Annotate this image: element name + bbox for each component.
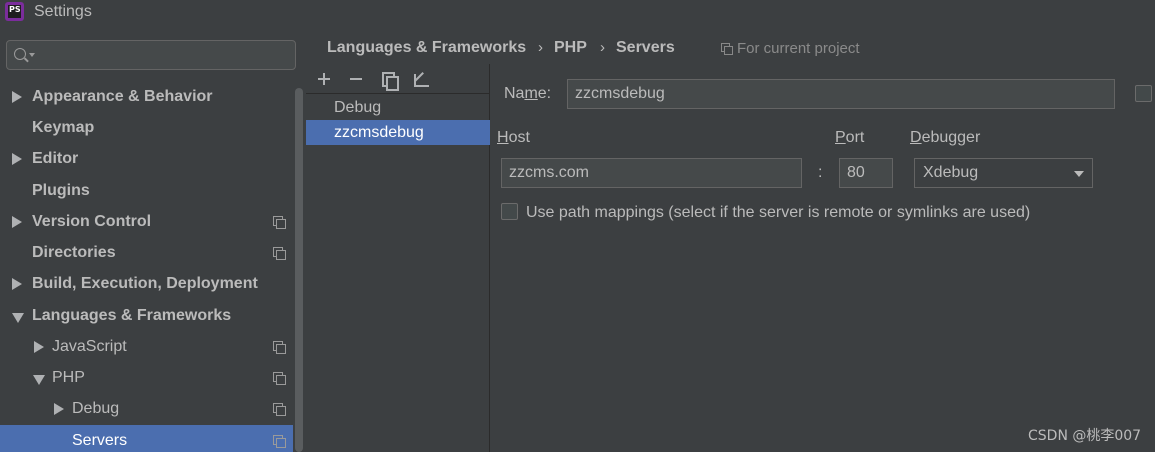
breadcrumb-item-php: PHP [554,39,587,56]
sidebar-item-php[interactable]: PHP [0,362,293,393]
collapse-arrow-icon[interactable] [12,313,24,323]
host-label: Host [497,129,530,146]
sidebar-item-languages-frameworks[interactable]: Languages & Frameworks [0,300,293,331]
window-title: Settings [34,3,92,20]
sidebar-scroll-thumb[interactable] [295,88,303,452]
project-scope-icon [273,435,286,448]
path-mappings-label[interactable]: Use path mappings (select if the server … [526,204,1030,222]
project-scope-icon [273,247,286,260]
server-list-item-zzcmsdebug[interactable]: zzcmsdebug [306,120,490,145]
remove-icon[interactable] [346,69,366,89]
name-input[interactable]: zzcmsdebug [567,79,1115,109]
search-icon[interactable] [14,48,26,60]
breadcrumb-separator: › [538,39,543,56]
path-mappings-checkbox[interactable] [501,203,518,220]
sidebar-item-plugins[interactable]: Plugins [0,175,293,206]
expand-arrow-icon[interactable] [34,341,44,353]
collapse-arrow-icon[interactable] [33,375,45,385]
project-scope-icon [721,43,733,55]
server-list-toolbar [306,64,490,94]
search-input[interactable] [6,40,296,70]
scope-label: For current project [737,40,860,57]
breadcrumb-separator: › [600,39,605,56]
port-label: Port [835,129,865,146]
title-bar: PS Settings [0,0,1155,26]
import-icon[interactable] [411,69,431,89]
debugger-selected-value: Xdebug [923,164,979,181]
sidebar-item-debug[interactable]: Debug [0,393,293,424]
expand-arrow-icon[interactable] [12,153,22,165]
watermark: CSDN @桃李007 [1028,428,1142,444]
server-config-form: Name: zzcmsdebug Host Port Debugger zzcm… [491,64,1155,452]
sidebar-item-editor[interactable]: Editor [0,143,293,174]
server-list-item-debug[interactable]: Debug [306,95,490,120]
sidebar-item-version-control[interactable]: Version Control [0,206,293,237]
search-history-dropdown-icon[interactable] [29,53,35,57]
server-list-panel: Debug zzcmsdebug [306,64,490,452]
breadcrumb: Languages & Frameworks › PHP › Servers F… [305,26,1155,64]
shared-checkbox[interactable] [1135,85,1152,102]
host-port-separator: : [818,164,823,181]
sidebar-item-appearance-behavior[interactable]: Appearance & Behavior [0,81,293,112]
project-scope-icon [273,341,286,354]
sidebar-scrollbar[interactable] [293,80,305,452]
project-scope-icon [273,372,286,385]
expand-arrow-icon[interactable] [12,91,22,103]
phpstorm-logo-icon: PS [5,2,24,21]
sidebar-item-build-execution-deployment[interactable]: Build, Execution, Deployment [0,268,293,299]
settings-sidebar: Appearance & Behavior Keymap Editor Plug… [0,26,305,452]
add-icon[interactable] [314,69,334,89]
sidebar-item-javascript[interactable]: JavaScript [0,331,293,362]
breadcrumb-item-languages-frameworks: Languages & Frameworks [327,39,527,56]
host-input[interactable]: zzcms.com [501,158,802,188]
copy-icon[interactable] [379,69,399,91]
sidebar-item-servers[interactable]: Servers [0,425,305,452]
project-scope-icon [273,216,286,229]
breadcrumb-item-servers: Servers [616,39,675,56]
port-input[interactable]: 80 [839,158,893,188]
debugger-select[interactable]: Xdebug [914,158,1093,188]
expand-arrow-icon[interactable] [54,403,64,415]
chevron-down-icon[interactable] [1074,171,1084,177]
name-label: Name: [504,85,552,102]
sidebar-item-keymap[interactable]: Keymap [0,112,293,143]
expand-arrow-icon[interactable] [12,278,22,290]
debugger-label: Debugger [910,129,981,146]
project-scope-icon [273,403,286,416]
expand-arrow-icon[interactable] [12,216,22,228]
sidebar-item-directories[interactable]: Directories [0,237,293,268]
